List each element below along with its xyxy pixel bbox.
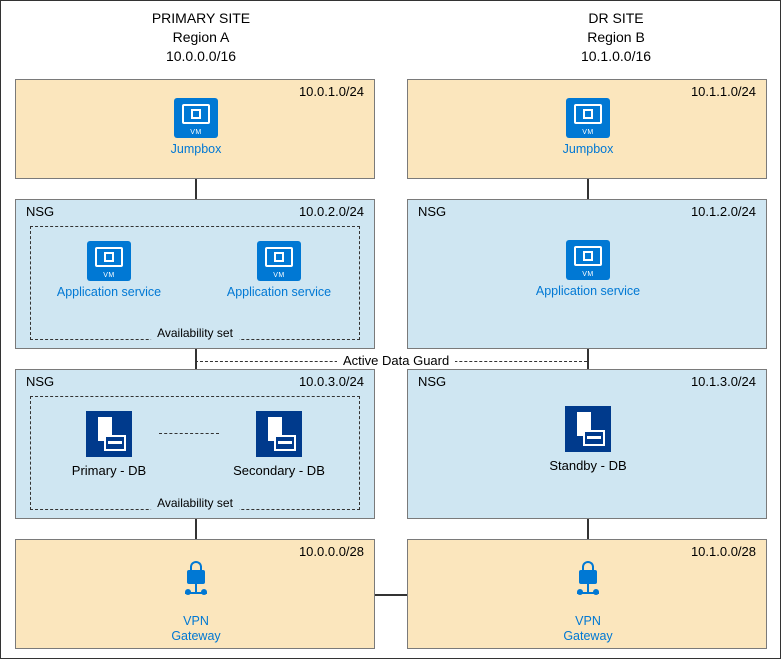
- server-icon: [86, 411, 132, 457]
- primary-db-node: Primary - DB: [49, 411, 169, 478]
- primary-app-subnet: NSG 10.0.2.0/24 Availability set VM Appl…: [15, 199, 375, 349]
- connector-line: [587, 179, 589, 199]
- dr-region: Region B: [426, 28, 781, 47]
- app-service-label: Application service: [219, 285, 339, 300]
- jumpbox-label: Jumpbox: [528, 142, 648, 157]
- secondary-db-node: Secondary - DB: [219, 411, 339, 478]
- primary-region: Region A: [11, 28, 391, 47]
- cidr-label: 10.0.0.0/28: [299, 544, 364, 559]
- connector-line: [375, 594, 407, 596]
- vm-icon: VM: [566, 98, 610, 138]
- cidr-label: 10.1.3.0/24: [691, 374, 756, 389]
- cidr-label: 10.1.1.0/24: [691, 84, 756, 99]
- server-icon: [565, 406, 611, 452]
- vpn-gateway-icon: [571, 570, 605, 610]
- app-service-label: Application service: [528, 284, 648, 299]
- availability-set: Availability set VM Application service …: [30, 226, 360, 340]
- vm-icon: VM: [87, 241, 131, 281]
- cidr-label: 10.1.2.0/24: [691, 204, 756, 219]
- jumpbox-node: VM Jumpbox: [528, 98, 648, 157]
- standby-db-node: Standby - DB: [528, 406, 648, 473]
- vpn-gateway-icon: [179, 570, 213, 610]
- app-service-node-2: VM Application service: [219, 241, 339, 300]
- vpn-gateway-node: VPN Gateway: [136, 560, 256, 644]
- primary-cidr: 10.0.0.0/16: [11, 47, 391, 66]
- primary-db-label: Primary - DB: [49, 463, 169, 478]
- cidr-label: 10.0.2.0/24: [299, 204, 364, 219]
- cidr-label: 10.0.3.0/24: [299, 374, 364, 389]
- vm-icon: VM: [174, 98, 218, 138]
- vpn-label-1: VPN: [136, 614, 256, 629]
- availability-set: Availability set Primary - DB Secondary …: [30, 396, 360, 510]
- dr-cidr: 10.1.0.0/16: [426, 47, 781, 66]
- dr-db-subnet: NSG 10.1.3.0/24 Standby - DB: [407, 369, 767, 519]
- primary-site-header: PRIMARY SITE Region A 10.0.0.0/16: [11, 9, 391, 66]
- primary-gateway-subnet: 10.0.0.0/28 VPN Gateway: [15, 539, 375, 649]
- vm-icon: VM: [257, 241, 301, 281]
- jumpbox-node: VM Jumpbox: [136, 98, 256, 157]
- vm-icon: VM: [566, 240, 610, 280]
- connector-line: [587, 361, 588, 369]
- nsg-label: NSG: [418, 204, 446, 219]
- connector-line: [195, 349, 196, 361]
- primary-jumpbox-subnet: 10.0.1.0/24 VM Jumpbox: [15, 79, 375, 179]
- nsg-label: NSG: [26, 374, 54, 389]
- dr-app-subnet: NSG 10.1.2.0/24 VM Application service: [407, 199, 767, 349]
- app-service-label: Application service: [49, 285, 169, 300]
- nsg-label: NSG: [418, 374, 446, 389]
- connector-line: [195, 179, 197, 199]
- dr-jumpbox-subnet: 10.1.1.0/24 VM Jumpbox: [407, 79, 767, 179]
- active-data-guard-label: Active Data Guard: [337, 353, 455, 368]
- primary-db-subnet: NSG 10.0.3.0/24 Availability set Primary…: [15, 369, 375, 519]
- vpn-label-2: Gateway: [136, 629, 256, 644]
- cidr-label: 10.1.0.0/28: [691, 544, 756, 559]
- primary-title: PRIMARY SITE: [11, 9, 391, 28]
- availability-set-label: Availability set: [151, 496, 239, 510]
- connector-line: [159, 433, 219, 434]
- app-service-node: VM Application service: [528, 240, 648, 299]
- vpn-gateway-node: VPN Gateway: [528, 560, 648, 644]
- connector-line: [587, 519, 589, 539]
- app-service-node-1: VM Application service: [49, 241, 169, 300]
- nsg-label: NSG: [26, 204, 54, 219]
- dr-site-header: DR SITE Region B 10.1.0.0/16: [426, 9, 781, 66]
- dr-title: DR SITE: [426, 9, 781, 28]
- connector-line: [195, 519, 197, 539]
- cidr-label: 10.0.1.0/24: [299, 84, 364, 99]
- secondary-db-label: Secondary - DB: [219, 463, 339, 478]
- vpn-label-2: Gateway: [528, 629, 648, 644]
- standby-db-label: Standby - DB: [528, 458, 648, 473]
- dr-gateway-subnet: 10.1.0.0/28 VPN Gateway: [407, 539, 767, 649]
- availability-set-label: Availability set: [151, 326, 239, 340]
- vpn-label-1: VPN: [528, 614, 648, 629]
- server-icon: [256, 411, 302, 457]
- jumpbox-label: Jumpbox: [136, 142, 256, 157]
